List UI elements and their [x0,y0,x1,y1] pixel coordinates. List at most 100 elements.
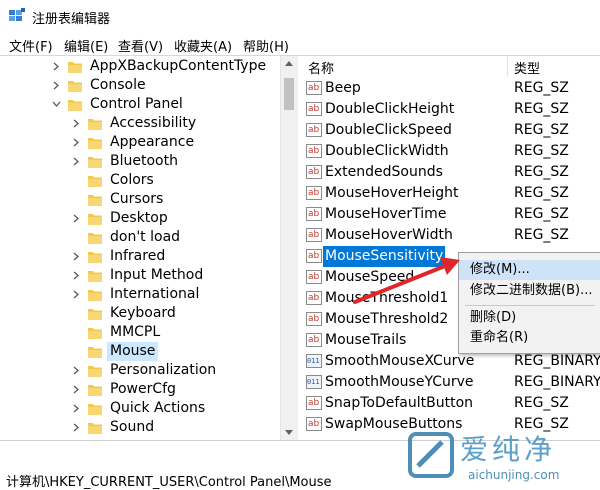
binary-value-icon [306,372,322,393]
tree-item[interactable]: Keyboard [0,304,280,323]
tree-item[interactable]: Control Panel [0,95,280,114]
chevron-right-icon[interactable] [72,290,81,299]
chevron-right-icon[interactable] [72,138,81,147]
watermark-text: 爱纯净 [460,433,557,466]
tree-item[interactable]: Cursors [0,190,280,209]
chevron-right-icon[interactable] [72,271,81,280]
registry-value-name: DoubleClickSpeed [325,122,452,138]
chevron-right-icon[interactable] [72,119,81,128]
context-menu-modify[interactable]: 修改(M)... [459,260,600,280]
registry-value-type: REG_SZ [514,122,569,138]
folder-icon [88,233,102,244]
registry-value-type: REG_BINARY [514,353,600,369]
registry-value-type: REG_SZ [514,227,569,243]
tree-item-label: Desktop [110,210,168,226]
folder-icon [88,366,102,377]
tree-item[interactable]: Console [0,76,280,95]
tree-item-label: don't load [110,229,181,245]
chevron-right-icon[interactable] [72,404,81,413]
string-value-icon [306,162,322,183]
registry-key-tree[interactable]: AppXBackupContentType Console Control Pane… [0,56,298,440]
tree-item[interactable]: don't load [0,228,280,247]
tree-item[interactable]: Bluetooth [0,152,280,171]
tree-item[interactable]: PowerCfg [0,380,280,399]
chevron-right-icon[interactable] [72,252,81,261]
scroll-up-arrow-icon[interactable] [285,61,293,66]
string-value-icon [306,246,322,267]
registry-value-name: MouseThreshold2 [325,311,449,327]
menu-edit[interactable]: 编辑(E) [64,36,108,55]
registry-value-type: REG_SZ [514,395,569,411]
menu-favorites[interactable]: 收藏夹(A) [174,36,232,55]
registry-value-type: REG_SZ [514,185,569,201]
tree-item[interactable]: Personalization [0,361,280,380]
tree-item[interactable]: Appearance [0,133,280,152]
registry-value-row[interactable]: MouseHoverHeight REG_SZ [300,183,600,204]
chevron-right-icon[interactable] [72,214,81,223]
window-title: 注册表编辑器 [32,12,111,27]
registry-value-row[interactable]: SmoothMouseYCurve REG_BINARY [300,372,600,393]
column-separator[interactable] [507,56,508,76]
chevron-right-icon[interactable] [72,423,81,432]
context-menu-modify-binary[interactable]: 修改二进制数据(B)... [459,281,600,301]
tree-item[interactable]: Input Method [0,266,280,285]
menu-view[interactable]: 查看(V) [118,36,163,55]
registry-value-row[interactable]: DoubleClickWidth REG_SZ [300,141,600,162]
tree-item[interactable]: Desktop [0,209,280,228]
registry-value-row[interactable]: DoubleClickSpeed REG_SZ [300,120,600,141]
context-menu-rename[interactable]: 重命名(R) [459,328,600,348]
registry-value-row[interactable]: SmoothMouseXCurve REG_BINARY [300,351,600,372]
string-value-icon [306,183,322,204]
context-menu-modify-binary-label: 修改二进制数据(B)... [470,283,593,298]
registry-value-name: MouseThreshold1 [325,290,449,306]
scroll-down-arrow-icon[interactable] [285,430,293,435]
registry-value-name: DoubleClickWidth [325,143,449,159]
tree-item[interactable]: AppXBackupContentType [0,57,280,76]
registry-value-row[interactable]: SnapToDefaultButton REG_SZ [300,393,600,414]
tree-item-label: Accessibility [110,115,197,131]
tree-item[interactable]: Infrared [0,247,280,266]
chevron-right-icon[interactable] [72,385,81,394]
scroll-thumb[interactable] [284,78,294,110]
tree-item-label: PowerCfg [110,381,176,397]
chevron-right-icon[interactable] [52,62,61,71]
menu-file[interactable]: 文件(F) [9,36,53,55]
registry-value-row[interactable]: Beep REG_SZ [300,78,600,99]
registry-value-row[interactable]: DoubleClickHeight REG_SZ [300,99,600,120]
tree-item[interactable]: MMCPL [0,323,280,342]
column-header-type[interactable]: 类型 [514,58,540,77]
tree-item[interactable]: Sound [0,418,280,437]
tree-item[interactable]: Colors [0,171,280,190]
chevron-right-icon[interactable] [72,157,81,166]
registry-value-row[interactable]: ExtendedSounds REG_SZ [300,162,600,183]
tree-item[interactable]: Mouse [0,342,280,361]
watermark: 爱纯净 aichunjing.com [402,428,600,489]
tree-item-label: Colors [110,172,154,188]
folder-icon [88,271,102,282]
folder-icon [88,119,102,130]
context-menu-delete-label: 删除(D) [470,310,517,325]
column-header-name[interactable]: 名称 [308,58,334,77]
tree-item[interactable]: International [0,285,280,304]
folder-icon [88,195,102,206]
registry-value-name: MouseSensitivity [323,246,446,267]
chevron-down-icon[interactable] [52,100,61,109]
string-value-icon [306,141,322,162]
tree-item-label: Bluetooth [110,153,178,169]
tree-item-label: MMCPL [110,324,161,340]
registry-value-row[interactable]: MouseHoverTime REG_SZ [300,204,600,225]
registry-value-row[interactable]: MouseHoverWidth REG_SZ [300,225,600,246]
menu-help[interactable]: 帮助(H) [243,36,289,55]
tree-item[interactable]: Quick Actions [0,399,280,418]
tree-item-label: Appearance [110,134,195,150]
string-value-icon [306,99,322,120]
chevron-right-icon[interactable] [52,81,61,90]
tree-item-label: Control Panel [90,96,183,112]
context-menu-delete[interactable]: 删除(D) [459,308,600,328]
tree-scrollbar[interactable] [280,56,298,440]
tree-item[interactable]: Accessibility [0,114,280,133]
string-value-icon [306,267,322,288]
folder-icon [88,385,102,396]
registry-values-list[interactable]: 名称 类型 BeepREG_SZDoubleClickHeightREG_SZD… [300,56,600,440]
chevron-right-icon[interactable] [72,366,81,375]
